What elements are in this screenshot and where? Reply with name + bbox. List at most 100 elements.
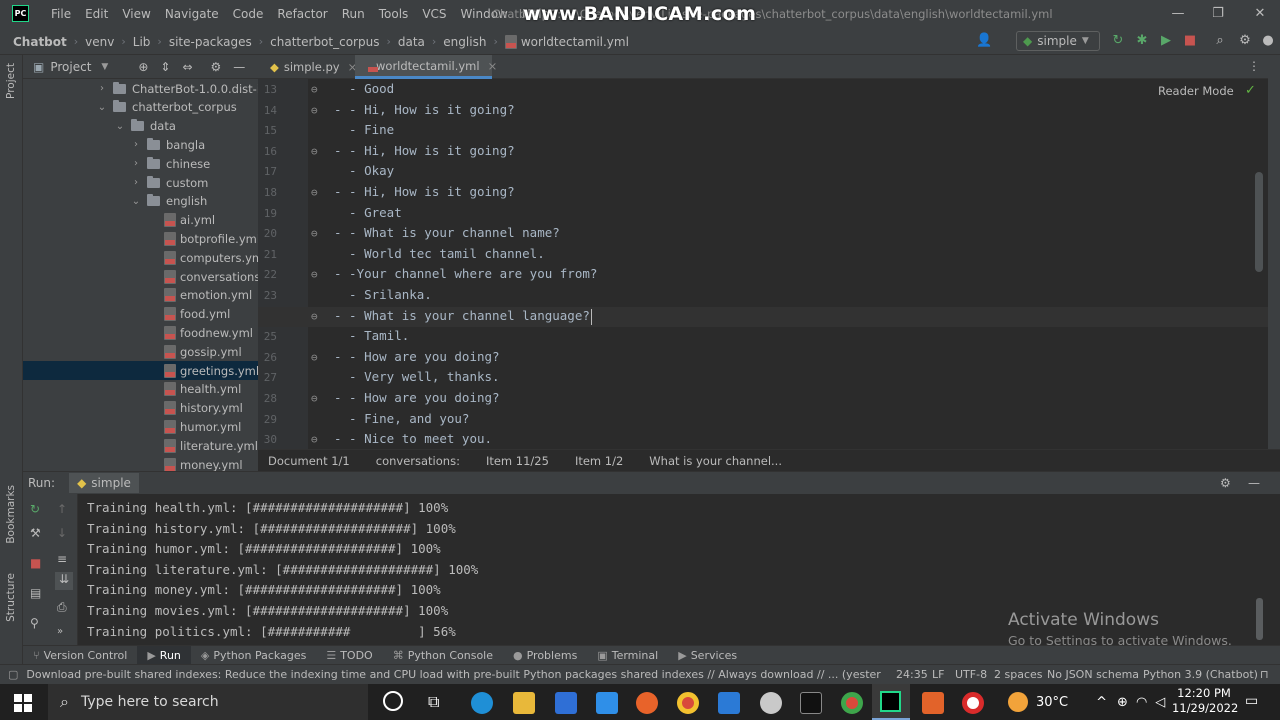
code-line[interactable]: - - Hi, How is it going? xyxy=(334,102,515,117)
chevron-down-icon[interactable]: ⌄ xyxy=(129,196,143,207)
fold-marker-icon[interactable]: ⊖ xyxy=(311,310,318,323)
menu-run[interactable]: Run xyxy=(335,0,372,28)
volume-icon[interactable]: ◁ xyxy=(1155,695,1165,710)
tool-tab-version-control[interactable]: ⑂ Version Control xyxy=(23,646,137,665)
code-line[interactable]: - - How are you doing? xyxy=(334,349,500,364)
terminal-icon[interactable] xyxy=(800,692,822,714)
expand-all-icon[interactable]: ⇕ xyxy=(160,60,170,74)
code-line[interactable]: - - How are you doing? xyxy=(334,390,500,405)
chevron-down-icon[interactable]: ⌄ xyxy=(113,121,127,132)
fold-marker-icon[interactable]: ⊖ xyxy=(311,145,318,158)
code-line[interactable]: - -Your channel where are you from? xyxy=(334,266,597,281)
chevron-down-icon[interactable]: ▼ xyxy=(101,62,108,72)
chevron-right-icon[interactable]: › xyxy=(129,139,143,150)
tabs-menu-icon[interactable]: ⋮ xyxy=(1248,59,1260,73)
task-view-icon[interactable]: ⧉ xyxy=(428,692,439,712)
gear-icon[interactable]: ⚙ xyxy=(1220,476,1231,490)
network-icon[interactable]: ⊕ xyxy=(1117,695,1128,710)
breadcrumb-item[interactable]: chatterbot_corpus xyxy=(270,35,379,49)
chevron-right-icon[interactable]: › xyxy=(95,83,109,94)
firefox-icon[interactable] xyxy=(636,692,658,714)
code-line[interactable]: - - What is your channel name? xyxy=(334,225,560,240)
tool-tab-python-packages[interactable]: ◈ Python Packages xyxy=(191,646,316,665)
yaml-breadcrumb-item[interactable]: conversations: xyxy=(376,454,460,468)
menu-refactor[interactable]: Refactor xyxy=(270,0,334,28)
taskbar-search[interactable]: ⌕ Type here to search xyxy=(48,684,368,720)
breadcrumb-item[interactable]: worldtectamil.yml xyxy=(521,35,629,49)
chevron-down-icon[interactable]: ⌄ xyxy=(95,102,109,113)
code-line[interactable]: - Fine xyxy=(334,122,394,137)
soft-wrap-icon[interactable]: ≡ xyxy=(57,552,67,566)
fold-marker-icon[interactable]: ⊖ xyxy=(311,268,318,281)
fold-marker-icon[interactable]: ⊖ xyxy=(311,227,318,240)
menu-code[interactable]: Code xyxy=(226,0,271,28)
yaml-breadcrumb-item[interactable]: Item 1/2 xyxy=(575,454,623,468)
more-icon[interactable]: » xyxy=(57,626,63,637)
close-icon[interactable]: ✕ xyxy=(1240,0,1280,28)
breadcrumb-item[interactable]: venv xyxy=(85,35,114,49)
editor-scrollbar[interactable] xyxy=(1255,172,1263,272)
fold-marker-icon[interactable]: ⊖ xyxy=(311,186,318,199)
bookmarks-tool-button[interactable]: Bookmarks xyxy=(5,485,17,544)
maximize-icon[interactable]: ❐ xyxy=(1198,0,1238,28)
print-icon[interactable]: ⎙ xyxy=(57,600,67,615)
locate-icon[interactable]: ⊕ xyxy=(138,60,148,74)
record-icon[interactable] xyxy=(962,692,984,714)
tool-tab-todo[interactable]: ☰ TODO xyxy=(316,646,382,665)
gear-icon[interactable]: ⚙ xyxy=(211,60,222,74)
store-icon[interactable] xyxy=(555,692,577,714)
app-icon[interactable] xyxy=(760,692,782,714)
project-tool-button[interactable]: Project xyxy=(5,63,17,99)
chevron-right-icon[interactable]: › xyxy=(129,177,143,188)
code-line[interactable]: - - Hi, How is it going? xyxy=(334,184,515,199)
code-line[interactable]: - Srilanka. xyxy=(334,287,432,302)
breadcrumb-item[interactable]: site-packages xyxy=(169,35,252,49)
taskbar-clock[interactable]: 12:20 PM 11/29/2022 xyxy=(1172,686,1238,716)
hide-icon[interactable]: — xyxy=(1248,476,1260,490)
cortana-icon[interactable] xyxy=(383,691,403,711)
caret-position[interactable]: 24:35 xyxy=(896,668,928,681)
tree-file[interactable]: greetings.yml xyxy=(23,361,258,380)
yaml-breadcrumb-item[interactable]: What is your channel... xyxy=(649,454,782,468)
fold-marker-icon[interactable]: ⊖ xyxy=(311,83,318,96)
chevron-right-icon[interactable]: › xyxy=(129,158,143,169)
console-scrollbar[interactable] xyxy=(1256,598,1263,640)
tool-tab-terminal[interactable]: ▣ Terminal xyxy=(587,646,668,665)
menu-edit[interactable]: Edit xyxy=(78,0,115,28)
menu-navigate[interactable]: Navigate xyxy=(158,0,226,28)
pycharm-taskbar-button[interactable] xyxy=(872,684,910,720)
menu-vcs[interactable]: VCS xyxy=(415,0,453,28)
project-view-select[interactable]: Project xyxy=(50,60,91,74)
tab-simple-py[interactable]: ◆ simple.py × xyxy=(258,55,357,79)
coverage-icon[interactable]: ▶ xyxy=(1158,33,1174,49)
user-icon[interactable]: 👤 xyxy=(976,33,992,49)
run-config-select[interactable]: ◆ simple ▼ xyxy=(1016,31,1100,51)
weather-temp[interactable]: 30°C xyxy=(1036,695,1068,710)
edge-icon[interactable] xyxy=(471,692,493,714)
windows-start-icon[interactable] xyxy=(14,694,32,712)
status-message[interactable]: Download pre-built shared indexes: Reduc… xyxy=(26,668,881,681)
fold-marker-icon[interactable]: ⊖ xyxy=(311,104,318,117)
hide-icon[interactable]: — xyxy=(233,60,245,74)
tool-tab-services[interactable]: ▶ Services xyxy=(668,646,747,665)
breadcrumb-item[interactable]: data xyxy=(398,35,425,49)
rerun-icon[interactable]: ↻ xyxy=(1110,33,1126,49)
line-separator[interactable]: LF xyxy=(932,668,944,681)
reader-mode-button[interactable]: Reader Mode xyxy=(1158,84,1234,98)
code-line[interactable]: - Tamil. xyxy=(334,328,409,343)
vscode-icon[interactable] xyxy=(718,692,740,714)
avatar[interactable]: ● xyxy=(1260,33,1276,49)
layout-icon[interactable]: ▤ xyxy=(30,586,41,600)
mail-icon[interactable] xyxy=(596,692,618,714)
rerun-icon[interactable]: ↻ xyxy=(30,502,40,516)
tool-tab-run[interactable]: ▶ Run xyxy=(137,645,191,665)
lock-icon[interactable]: ⊓ xyxy=(1260,668,1269,681)
search-icon[interactable]: ⌕ xyxy=(1212,33,1228,49)
debug-icon[interactable]: ✱ xyxy=(1134,33,1150,49)
pin-icon[interactable]: ⚲ xyxy=(30,616,39,630)
indent-setting[interactable]: 2 spaces xyxy=(994,668,1043,681)
code-editor[interactable]: 131415161718192021222324252627282930 Rea… xyxy=(258,79,1268,449)
gear-icon[interactable]: ⚙ xyxy=(1237,33,1253,49)
tool-tab-python-console[interactable]: ⌘ Python Console xyxy=(383,646,503,665)
chrome-icon[interactable] xyxy=(677,692,699,714)
